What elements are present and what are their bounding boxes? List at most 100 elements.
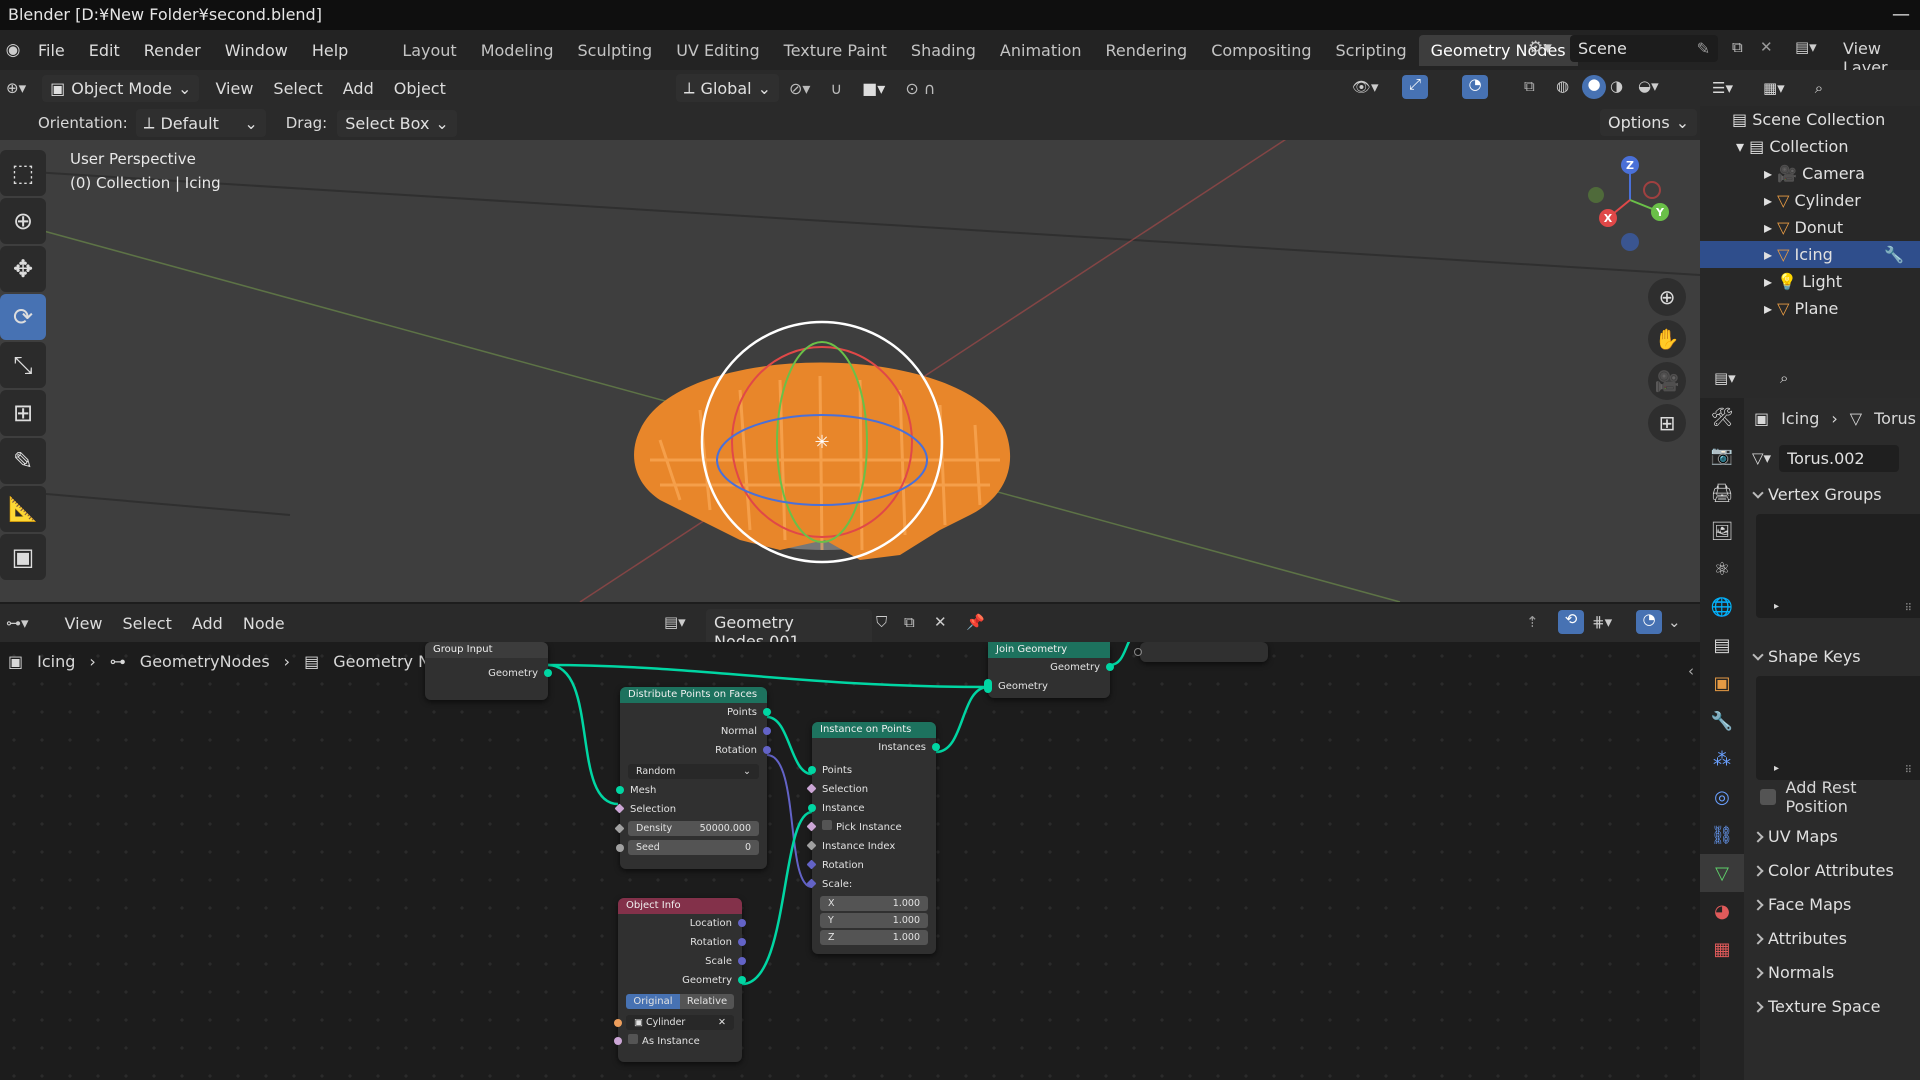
visibility-icon[interactable]: 👁▾ bbox=[1352, 78, 1379, 96]
gizmo-neg-x[interactable] bbox=[1643, 181, 1661, 199]
scale-out-socket[interactable] bbox=[738, 957, 746, 965]
viewport-menu-select[interactable]: Select bbox=[263, 79, 332, 98]
list-resize-icon[interactable]: ⠿ bbox=[1905, 765, 1912, 776]
snap-icon[interactable]: ∪ bbox=[820, 79, 852, 98]
seed-field[interactable]: Seed 0 bbox=[616, 840, 759, 855]
output-socket[interactable] bbox=[1134, 648, 1142, 656]
orientation-dropdown[interactable]: ⟂ Default ⌄ bbox=[135, 109, 266, 137]
minimize-icon[interactable]: — bbox=[1892, 0, 1910, 30]
node-menu-view[interactable]: View bbox=[55, 614, 113, 633]
object-mode-dropdown[interactable]: ▣ Object Mode ⌄ bbox=[42, 74, 200, 102]
gizmo-toggle-icon[interactable]: ⤢ bbox=[1402, 75, 1428, 99]
camera-view-icon[interactable]: 🎥 bbox=[1648, 362, 1686, 400]
vertex-groups-list[interactable]: ▸ ⠿ bbox=[1756, 514, 1920, 618]
expand-icon[interactable]: ▸ bbox=[1764, 164, 1777, 183]
density-field[interactable]: Density 50000.000 bbox=[614, 821, 759, 836]
panel-shape-keys[interactable]: Shape Keys bbox=[1744, 640, 1920, 674]
proportional-edit-icon[interactable]: ⊙ ∩ bbox=[895, 79, 945, 98]
pick-instance-checkbox[interactable] bbox=[822, 820, 832, 830]
output-tab-icon[interactable]: 🖨 bbox=[1700, 474, 1744, 512]
outliner-item-cylinder[interactable]: ▸ ▽ Cylinder bbox=[1700, 187, 1920, 214]
node-editor-type-icon[interactable]: ⊶▾ bbox=[0, 614, 35, 632]
add-cube-tool-icon[interactable]: ▣ bbox=[0, 534, 46, 580]
data-tab-icon[interactable]: ▽ bbox=[1700, 854, 1744, 892]
expand-icon[interactable]: ▸ bbox=[1764, 272, 1777, 291]
display-mode-icon[interactable]: ▦▾ bbox=[1763, 79, 1785, 97]
mesh-socket[interactable] bbox=[616, 786, 624, 794]
search-icon[interactable]: ⌕ bbox=[1780, 369, 1788, 387]
tool-tab-icon[interactable]: 🛠 bbox=[1700, 398, 1744, 436]
seed-socket[interactable] bbox=[616, 844, 624, 852]
panel-texture-space[interactable]: Texture Space bbox=[1744, 990, 1920, 1024]
parent-node-tree-icon[interactable]: ⇡ bbox=[1526, 613, 1539, 631]
list-expand-icon[interactable]: ▸ bbox=[1774, 763, 1779, 774]
unlink-icon[interactable]: ✕ bbox=[934, 613, 947, 631]
outliner-item-light[interactable]: ▸ 💡 Light bbox=[1700, 268, 1920, 295]
panel-normals[interactable]: Normals bbox=[1744, 956, 1920, 990]
tab-scripting[interactable]: Scripting bbox=[1324, 35, 1419, 66]
original-button[interactable]: Original bbox=[626, 994, 680, 1009]
material-shading-icon[interactable]: ◑ bbox=[1610, 77, 1623, 95]
pin-icon[interactable]: ✎ bbox=[1697, 39, 1710, 58]
view-layer-tab-icon[interactable]: 🖼 bbox=[1700, 512, 1744, 550]
node-header[interactable]: Distribute Points on Faces bbox=[620, 687, 767, 703]
collapse-icon[interactable]: ▾ bbox=[1736, 137, 1749, 156]
snap-node-icon[interactable]: ⋕▾ bbox=[1592, 613, 1612, 631]
as-instance-checkbox[interactable] bbox=[628, 1034, 638, 1044]
modifier-tab-icon[interactable]: 🔧 bbox=[1700, 702, 1744, 740]
points-in-socket[interactable] bbox=[808, 766, 816, 774]
gizmo-neg-y[interactable] bbox=[1588, 187, 1604, 203]
mode-dropdown[interactable]: Random ⌄ bbox=[628, 764, 759, 779]
viewport-scene[interactable]: ✳ bbox=[0, 140, 1700, 602]
mesh-browse-icon[interactable]: ▽▾ bbox=[1752, 449, 1771, 467]
geometry-socket[interactable] bbox=[544, 669, 552, 677]
node-object-info[interactable]: Object Info Location Rotation Scale Geom… bbox=[614, 898, 746, 1062]
tab-rendering[interactable]: Rendering bbox=[1094, 35, 1200, 66]
scene-tab-icon[interactable]: ⚛ bbox=[1700, 550, 1744, 588]
transform-tool-icon[interactable]: ⊞ bbox=[0, 390, 46, 436]
scale-z-field[interactable]: Z 1.000 bbox=[820, 930, 928, 945]
pin-icon[interactable]: 📌 bbox=[966, 613, 985, 631]
expand-icon[interactable]: ▸ bbox=[1764, 299, 1777, 318]
scale-x-field[interactable]: X 1.000 bbox=[820, 896, 928, 911]
viewport-menu-add[interactable]: Add bbox=[333, 79, 384, 98]
node-overlay-icon[interactable]: ◔ bbox=[1636, 610, 1662, 634]
chevron-down-icon[interactable]: ⌄ bbox=[1668, 613, 1681, 631]
expand-icon[interactable]: ▸ bbox=[1764, 245, 1777, 264]
viewport-menu-view[interactable]: View bbox=[205, 79, 263, 98]
node-instance-on-points[interactable]: Instance on Points Instances Points Sele… bbox=[806, 722, 940, 954]
node-header[interactable]: Object Info bbox=[618, 898, 742, 914]
rotation-socket[interactable] bbox=[763, 746, 771, 754]
tab-animation[interactable]: Animation bbox=[988, 35, 1094, 66]
tab-uv-editing[interactable]: UV Editing bbox=[664, 35, 771, 66]
3d-viewport[interactable]: ✳ User Perspective (0) Collection | Icin… bbox=[0, 140, 1700, 602]
wireframe-shading-icon[interactable]: ◍ bbox=[1556, 77, 1569, 95]
scene-selector-icon[interactable]: ⚙▾ bbox=[1528, 38, 1552, 58]
panel-uv-maps[interactable]: UV Maps bbox=[1744, 820, 1920, 854]
pan-hand-icon[interactable]: ✋ bbox=[1648, 320, 1686, 358]
mesh-name-field[interactable]: Torus.002 bbox=[1779, 444, 1900, 472]
outliner-item-camera[interactable]: ▸ 🎥 Camera bbox=[1700, 160, 1920, 187]
tab-texture-paint[interactable]: Texture Paint bbox=[772, 35, 899, 66]
options-dropdown[interactable]: Options ⌄ bbox=[1600, 109, 1698, 136]
duplicate-icon[interactable]: ⧉ bbox=[904, 613, 915, 631]
geometry-out-socket[interactable] bbox=[738, 976, 746, 984]
tab-modeling[interactable]: Modeling bbox=[469, 35, 566, 66]
node-header[interactable]: Instance on Points bbox=[812, 722, 936, 738]
panel-face-maps[interactable]: Face Maps bbox=[1744, 888, 1920, 922]
particles-tab-icon[interactable]: ⁂ bbox=[1700, 740, 1744, 778]
xray-icon[interactable]: ⧉ bbox=[1524, 77, 1535, 95]
scale-y-field[interactable]: Y 1.000 bbox=[820, 913, 928, 928]
select-box-tool-icon[interactable]: ⬚ bbox=[0, 150, 46, 196]
outliner-scene-collection[interactable]: ▤ Scene Collection bbox=[1700, 106, 1920, 133]
outliner-item-icing[interactable]: ▸ ▽ Icing 🔧 bbox=[1700, 241, 1920, 268]
node-menu-select[interactable]: Select bbox=[113, 614, 182, 633]
fake-user-shield-icon[interactable]: ⛉ bbox=[876, 613, 887, 631]
instances-socket[interactable] bbox=[932, 743, 940, 751]
menu-render[interactable]: Render bbox=[132, 41, 213, 60]
editor-type-icon[interactable]: ⊕▾ bbox=[0, 79, 32, 97]
menu-window[interactable]: Window bbox=[213, 41, 300, 60]
points-socket[interactable] bbox=[763, 708, 771, 716]
tab-shading[interactable]: Shading bbox=[899, 35, 988, 66]
normal-socket[interactable] bbox=[763, 727, 771, 735]
